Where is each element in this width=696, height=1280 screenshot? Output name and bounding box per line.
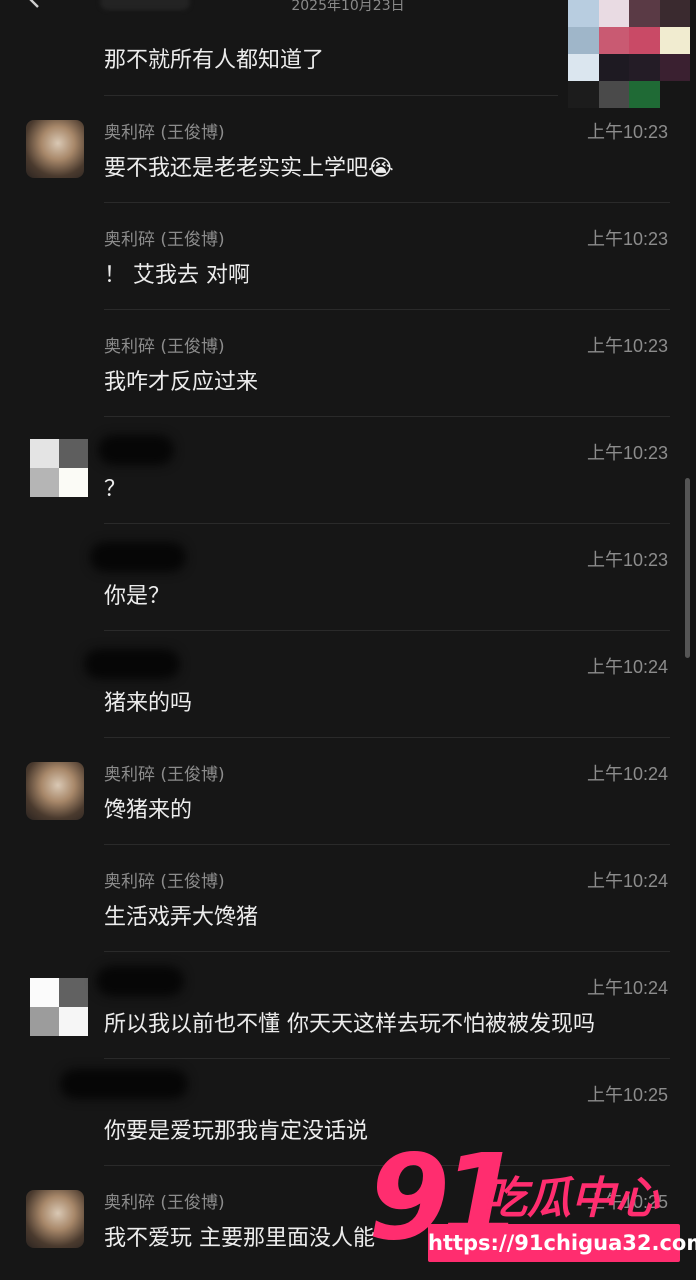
message-text[interactable]: 那不就所有人都知道了 bbox=[104, 42, 324, 74]
message-text[interactable]: 馋猪来的 bbox=[104, 792, 192, 824]
sender-name-redacted bbox=[90, 542, 186, 572]
message-time: 上午10:24 bbox=[586, 764, 668, 784]
chat-message: 上午10:23 ？ bbox=[0, 417, 696, 524]
chat-message: 奥利碎 (王俊博) 上午10:23 ！ 艾我去 对啊 bbox=[0, 203, 696, 310]
message-time: 上午10:23 bbox=[586, 336, 668, 356]
chat-message: 上午10:23 你是？ bbox=[0, 524, 696, 631]
avatar[interactable] bbox=[26, 762, 84, 820]
chat-message: 奥利碎 (王俊博) 上午10:24 生活戏弄大馋猪 bbox=[0, 845, 696, 952]
message-text[interactable]: 我不爱玩 主要那里面没人能 bbox=[104, 1220, 375, 1252]
message-time: 上午10:23 bbox=[586, 122, 668, 142]
message-time: 上午10:24 bbox=[586, 657, 668, 677]
message-time: 上午10:24 bbox=[586, 978, 668, 998]
chat-message: 上午10:24 所以我以前也不懂 你天天这样去玩不怕被被发现吗 bbox=[0, 952, 696, 1059]
message-text[interactable]: 你要是爱玩那我肯定没话说 bbox=[104, 1113, 368, 1145]
chat-message: 上午10:24 猪来的吗 bbox=[0, 631, 696, 738]
chat-message: 奥利碎 (王俊博) 上午10:23 我咋才反应过来 bbox=[0, 310, 696, 417]
chat-message: 那不就所有人都知道了 bbox=[0, 0, 696, 96]
message-time: 上午10:23 bbox=[586, 550, 668, 570]
sender-name: 奥利碎 (王俊博) bbox=[104, 230, 225, 250]
sender-name-redacted bbox=[84, 649, 180, 679]
message-time: 上午10:24 bbox=[586, 871, 668, 891]
avatar[interactable] bbox=[30, 439, 88, 497]
message-text[interactable]: 猪来的吗 bbox=[104, 685, 192, 717]
message-text[interactable]: 要不我还是老老实实上学吧😭 bbox=[104, 150, 394, 182]
sender-name-redacted bbox=[96, 966, 184, 996]
avatar[interactable] bbox=[26, 1190, 84, 1248]
message-text[interactable]: 你是？ bbox=[104, 578, 170, 610]
message-time: 上午10:23 bbox=[586, 229, 668, 249]
sender-name: 奥利碎 (王俊博) bbox=[104, 765, 225, 785]
message-text[interactable]: 所以我以前也不懂 你天天这样去玩不怕被被发现吗 bbox=[104, 1006, 595, 1038]
avatar[interactable] bbox=[26, 120, 84, 178]
scrollbar[interactable] bbox=[685, 478, 690, 658]
sender-name-redacted bbox=[60, 1069, 188, 1099]
watermark-url: https://91chigua32.com bbox=[428, 1224, 696, 1262]
message-time: 上午10:23 bbox=[586, 443, 668, 463]
sender-name-redacted bbox=[98, 435, 174, 465]
watermark: 91 吃瓜中心 https://91chigua32.com bbox=[368, 1138, 696, 1280]
message-time: 上午10:25 bbox=[586, 1085, 668, 1105]
sender-name: 奥利碎 (王俊博) bbox=[104, 872, 225, 892]
message-text[interactable]: ！ 艾我去 对啊 bbox=[104, 257, 250, 289]
avatar[interactable] bbox=[30, 978, 88, 1036]
message-text[interactable]: ？ bbox=[104, 471, 126, 503]
message-text[interactable]: 我咋才反应过来 bbox=[104, 364, 258, 396]
sender-name: 奥利碎 (王俊博) bbox=[104, 1193, 225, 1213]
chat-message: 奥利碎 (王俊博) 上午10:23 要不我还是老老实实上学吧😭 bbox=[0, 96, 696, 203]
message-text[interactable]: 生活戏弄大馋猪 bbox=[104, 899, 258, 931]
sender-name: 奥利碎 (王俊博) bbox=[104, 123, 225, 143]
watermark-logo-text: 吃瓜中心 bbox=[483, 1173, 659, 1224]
sender-name: 奥利碎 (王俊博) bbox=[104, 337, 225, 357]
chat-message: 奥利碎 (王俊博) 上午10:24 馋猪来的 bbox=[0, 738, 696, 845]
